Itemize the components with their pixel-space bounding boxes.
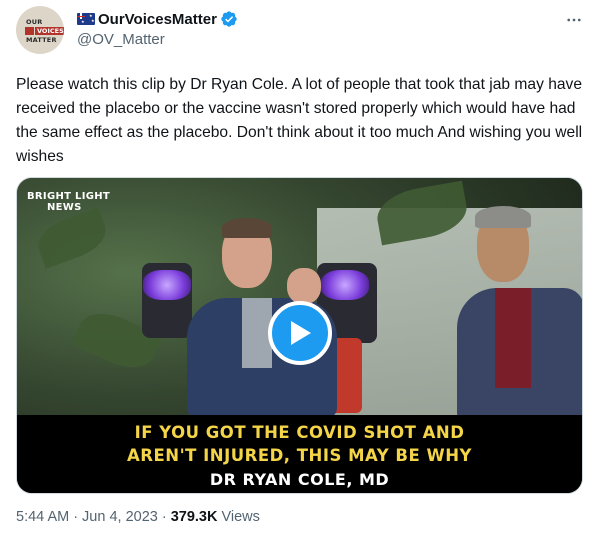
avatar-text-matter: MATTER <box>26 36 57 44</box>
tweet-text: Please watch this clip by Dr Ryan Cole. … <box>16 76 583 165</box>
author-handle[interactable]: @OV_Matter <box>77 31 165 48</box>
avatar-text-our: OUR <box>26 18 43 26</box>
avatar-text-voices: VOICES <box>35 27 64 35</box>
speaker-hand <box>287 268 321 304</box>
views-label: Views <box>221 509 260 525</box>
video-caption-line1: IF YOU GOT THE COVID SHOT AND <box>134 423 465 442</box>
play-icon <box>291 321 311 345</box>
tweet-time[interactable]: 5:44 AM <box>16 509 69 525</box>
author-display-name[interactable]: OurVoicesMatter <box>98 11 217 28</box>
speaker-hair <box>222 218 272 238</box>
video-caption-line3: DR RYAN COLE, MD <box>209 470 390 489</box>
led-light-left <box>143 270 191 300</box>
tweet-card[interactable]: OUR VOICES MATTER ★ ★ ★ OurVoicesMatter … <box>0 0 598 534</box>
listener-shirt <box>495 288 531 388</box>
author-name-row[interactable]: ★ ★ ★ OurVoicesMatter <box>77 9 238 29</box>
avatar[interactable]: OUR VOICES MATTER <box>16 6 64 54</box>
views-count: 379.3K <box>170 509 218 525</box>
video-logo: BRIGHT LIGHT NEWS <box>27 191 110 213</box>
verified-badge-icon <box>221 11 237 27</box>
logo-line1: BRIGHT LIGHT <box>27 191 111 202</box>
video-player[interactable]: BRIGHT LIGHT NEWS IF YOU GOT THE COVID S… <box>16 177 583 494</box>
more-options-icon[interactable] <box>562 11 586 29</box>
australia-flag-icon: ★ ★ ★ <box>77 13 95 25</box>
led-light-right <box>321 270 369 300</box>
tweet-meta: 5:44 AM · Jun 4, 2023 · 379.3K Views <box>16 509 260 525</box>
play-button[interactable] <box>268 301 332 365</box>
video-caption-line2: AREN'T INJURED, THIS MAY BE WHY <box>127 446 472 465</box>
meta-separator: · <box>73 509 79 525</box>
avatar-bar <box>25 27 34 35</box>
listener-hair <box>475 206 531 228</box>
meta-separator: · <box>161 509 167 525</box>
logo-line2: NEWS <box>47 202 82 213</box>
tweet-date[interactable]: Jun 4, 2023 <box>82 509 158 525</box>
